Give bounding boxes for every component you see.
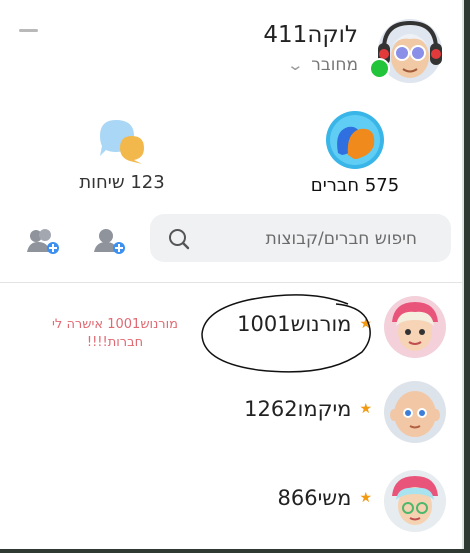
friend-avatar xyxy=(384,381,446,443)
divider xyxy=(0,282,462,283)
friends-count-button[interactable]: 575 חברים xyxy=(305,109,405,196)
search-icon xyxy=(169,229,190,250)
search-box[interactable] xyxy=(150,214,451,264)
friend-name-label: משי866 xyxy=(277,486,352,510)
star-icon: ★ xyxy=(359,401,372,417)
online-status-dot xyxy=(369,58,390,79)
add-group-icon[interactable] xyxy=(26,224,62,256)
hand-drawn-circle xyxy=(201,294,371,373)
window-bottom-edge xyxy=(0,549,470,553)
chats-count-button[interactable]: 123 שיחות xyxy=(72,114,172,193)
friend-avatar xyxy=(384,470,446,532)
friend-row[interactable]: ★ מיקמו1262 xyxy=(0,371,462,451)
chats-count-label: 123 שיחות xyxy=(79,172,165,193)
add-friend-icon[interactable] xyxy=(92,224,128,256)
chevron-down-icon: ⌄ xyxy=(286,56,304,74)
friend-avatar xyxy=(384,296,446,358)
status-dropdown[interactable]: מחובר ⌄ xyxy=(286,55,358,75)
friend-name: ★ משי866 xyxy=(278,486,373,510)
minimize-icon[interactable] xyxy=(19,29,38,32)
window-edge-light xyxy=(462,0,464,553)
profile-name: לוקה411 xyxy=(263,22,358,48)
friends-icon xyxy=(326,111,384,169)
friend-name: ★ מיקמו1262 xyxy=(244,397,372,421)
friends-count-label: 575 חברים xyxy=(310,175,400,196)
star-icon: ★ xyxy=(359,490,372,506)
friend-row[interactable]: ★ משי866 xyxy=(0,460,462,540)
window-edge-dark xyxy=(464,0,470,553)
friend-note: מורנוש1001 אישרה לי חברות!!!! xyxy=(52,317,178,350)
search-input[interactable] xyxy=(185,214,419,264)
status-label: מחובר xyxy=(311,55,358,75)
chat-bubbles-icon xyxy=(100,120,144,164)
friend-name-label: מיקמו1262 xyxy=(244,397,352,421)
